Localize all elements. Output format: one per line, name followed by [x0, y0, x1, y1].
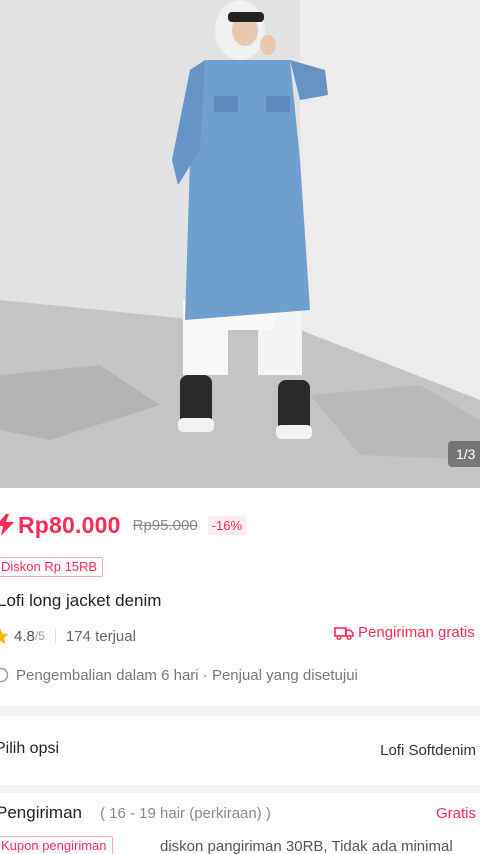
price-row: Rp80.000 Rp95.000 -16%	[0, 507, 247, 543]
section-divider	[0, 785, 480, 793]
image-page-indicator: 1/3	[448, 441, 480, 467]
delivery-estimate: ( 16 - 19 hair (perkiraan) )	[100, 805, 271, 822]
rating-max: /5	[34, 629, 45, 643]
product-title: Lofi long jacket denim	[0, 591, 162, 610]
return-policy-row[interactable]: Pengembalian dalam 6 hari · Penjual yang…	[0, 664, 358, 686]
truck-icon	[334, 626, 354, 640]
product-photo-illustration	[0, 0, 480, 488]
star-icon	[0, 628, 10, 644]
section-divider	[0, 706, 480, 716]
separator	[54, 629, 56, 643]
option-value: Lofi Softdenim	[380, 742, 476, 759]
product-image[interactable]: 1/3	[0, 0, 480, 488]
coupon-text: diskon pangiriman 30RB, Tidak ada minima…	[160, 838, 453, 854]
coupon-row[interactable]: Kupon pengiriman diskon pangiriman 30RB,…	[0, 836, 480, 854]
option-label: Pilih opsi	[0, 740, 60, 757]
flash-sale-icon	[0, 514, 14, 536]
discount-badge: Diskon Rp 15RB	[0, 557, 104, 577]
delivery-row[interactable]: Pengiriman ( 16 - 19 hair (perkiraan) ) …	[0, 803, 480, 825]
free-shipping-badge[interactable]: Pengiriman gratis	[334, 624, 475, 641]
return-icon	[0, 667, 10, 683]
current-price: Rp80.000	[18, 511, 121, 538]
option-selector[interactable]: Pilih opsi Lofi Softdenim	[0, 740, 480, 764]
delivery-price: Gratis	[435, 805, 476, 822]
coupon-badge: Kupon pengiriman	[0, 836, 113, 854]
original-price: Rp95.000	[132, 516, 198, 534]
delivery-label: Pengiriman	[0, 803, 82, 822]
rating-row: 4.8 /5 174 terjual Pengiriman gratis	[0, 624, 480, 648]
return-policy-text: Pengembalian dalam 6 hari · Penjual yang…	[16, 666, 358, 684]
free-shipping-label: Pengiriman gratis	[358, 624, 475, 641]
discount-percent: -16%	[207, 515, 247, 535]
rating-value: 4.8	[14, 627, 35, 645]
sold-count: 174 terjual	[65, 627, 136, 645]
